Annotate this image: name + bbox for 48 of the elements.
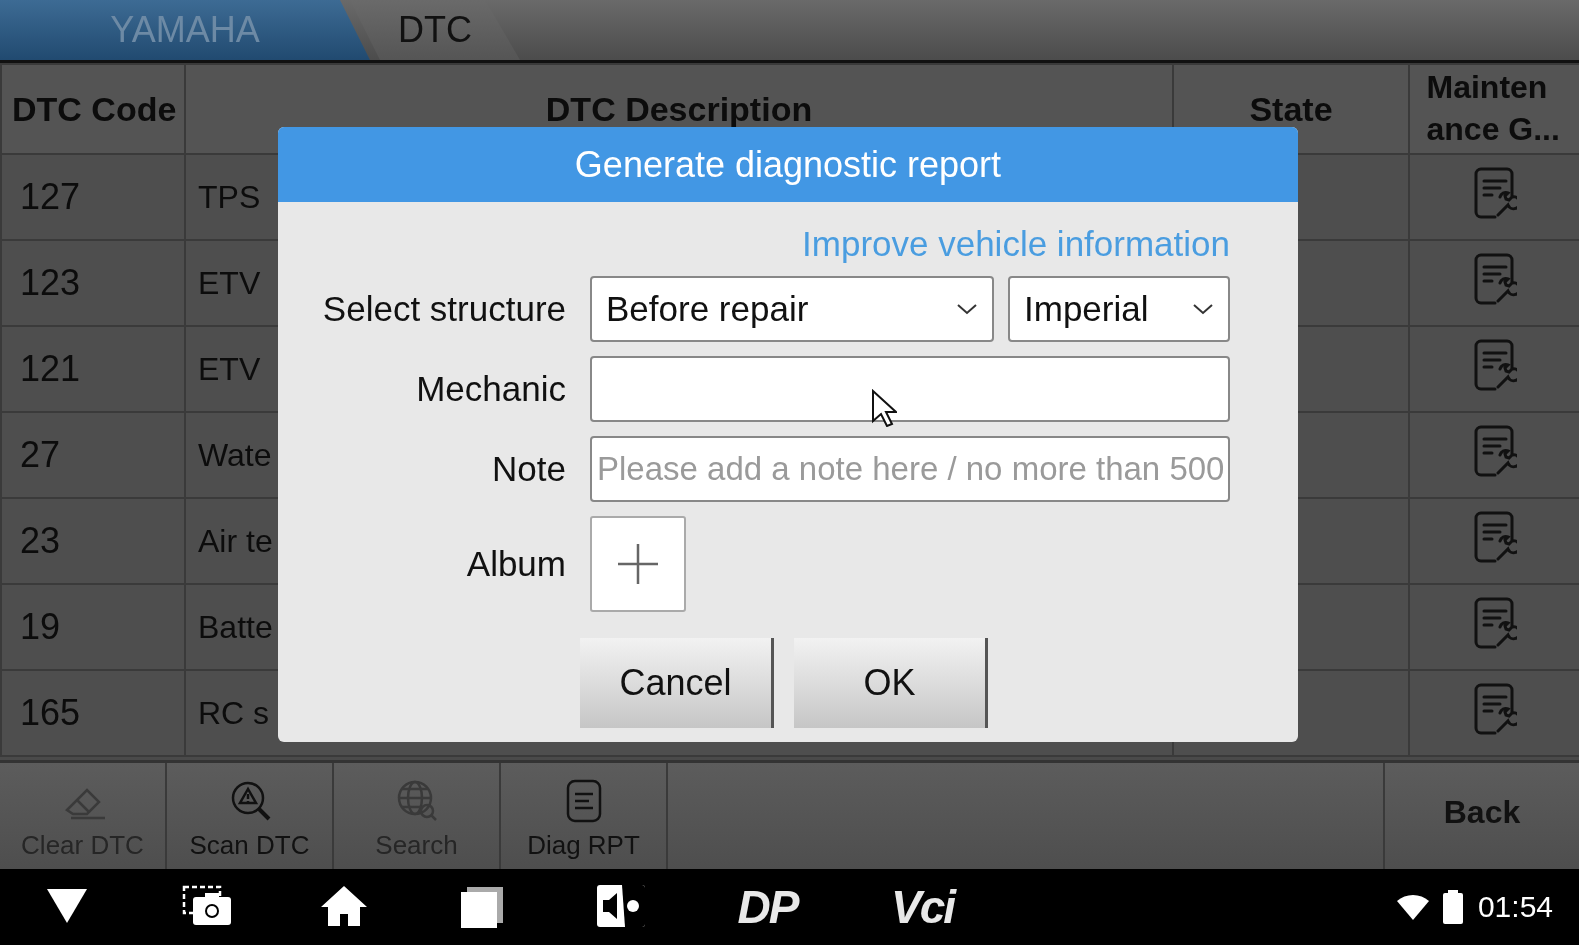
column-header: State <box>1249 89 1333 128</box>
wifi-icon <box>1395 893 1430 921</box>
chevron-down-icon <box>956 303 978 315</box>
dtc-description: Wate <box>198 436 272 473</box>
report-wrench-icon[interactable] <box>1472 337 1517 392</box>
dtc-code: 23 <box>20 520 61 561</box>
dtc-description: Air te <box>198 522 273 559</box>
column-header: Maintenance G... <box>1426 68 1561 149</box>
mouse-cursor-icon <box>871 389 897 427</box>
structure-dropdown[interactable]: Before repair <box>590 276 994 342</box>
app-logo[interactable]: Vci <box>890 880 954 934</box>
report-wrench-icon[interactable] <box>1472 595 1517 650</box>
column-header: DTC Description <box>545 89 813 128</box>
clock-time: 01:54 <box>1477 890 1553 924</box>
chevron-down-icon <box>1192 303 1214 315</box>
dtc-description: Batte <box>198 608 273 645</box>
note-field[interactable]: Please add a note here / no more than 500 <box>590 436 1230 502</box>
unit-dropdown[interactable]: Imperial <box>1008 276 1230 342</box>
dialog-title: Generate diagnostic report <box>278 127 1298 202</box>
field-label: Select structure <box>321 289 566 329</box>
dtc-description: ETV <box>198 264 261 301</box>
dtc-description: TPS <box>198 178 261 215</box>
field-label: Album <box>465 544 566 584</box>
dtc-code: 165 <box>20 692 81 733</box>
dtc-code: 123 <box>20 262 81 303</box>
report-wrench-icon[interactable] <box>1472 509 1517 564</box>
dtc-description: RC s <box>198 694 270 731</box>
dtc-code: 127 <box>20 176 81 217</box>
dtc-code: 19 <box>20 606 61 647</box>
dtc-description: ETV <box>198 350 261 387</box>
dialog-button[interactable]: Cancel <box>580 638 774 728</box>
field-label: Note <box>491 449 566 489</box>
plus-icon <box>616 542 660 586</box>
field-label: Mechanic <box>415 369 566 409</box>
dtc-code: 121 <box>20 348 81 389</box>
report-wrench-icon[interactable] <box>1472 165 1517 220</box>
dialog-button[interactable]: OK <box>794 638 988 728</box>
improve-info-link[interactable]: Improve vehicle information <box>802 224 1230 264</box>
dtc-code: 27 <box>20 434 61 475</box>
column-header: DTC Code <box>12 89 177 128</box>
app-logo[interactable]: DP <box>737 880 798 934</box>
report-wrench-icon[interactable] <box>1472 681 1517 736</box>
report-wrench-icon[interactable] <box>1472 251 1517 306</box>
battery-icon <box>1441 890 1464 924</box>
report-wrench-icon[interactable] <box>1472 423 1517 478</box>
breadcrumb-tab[interactable]: YAMAHA <box>0 0 370 60</box>
mechanic-field[interactable] <box>590 356 1230 422</box>
add-photo-button[interactable] <box>590 516 686 612</box>
